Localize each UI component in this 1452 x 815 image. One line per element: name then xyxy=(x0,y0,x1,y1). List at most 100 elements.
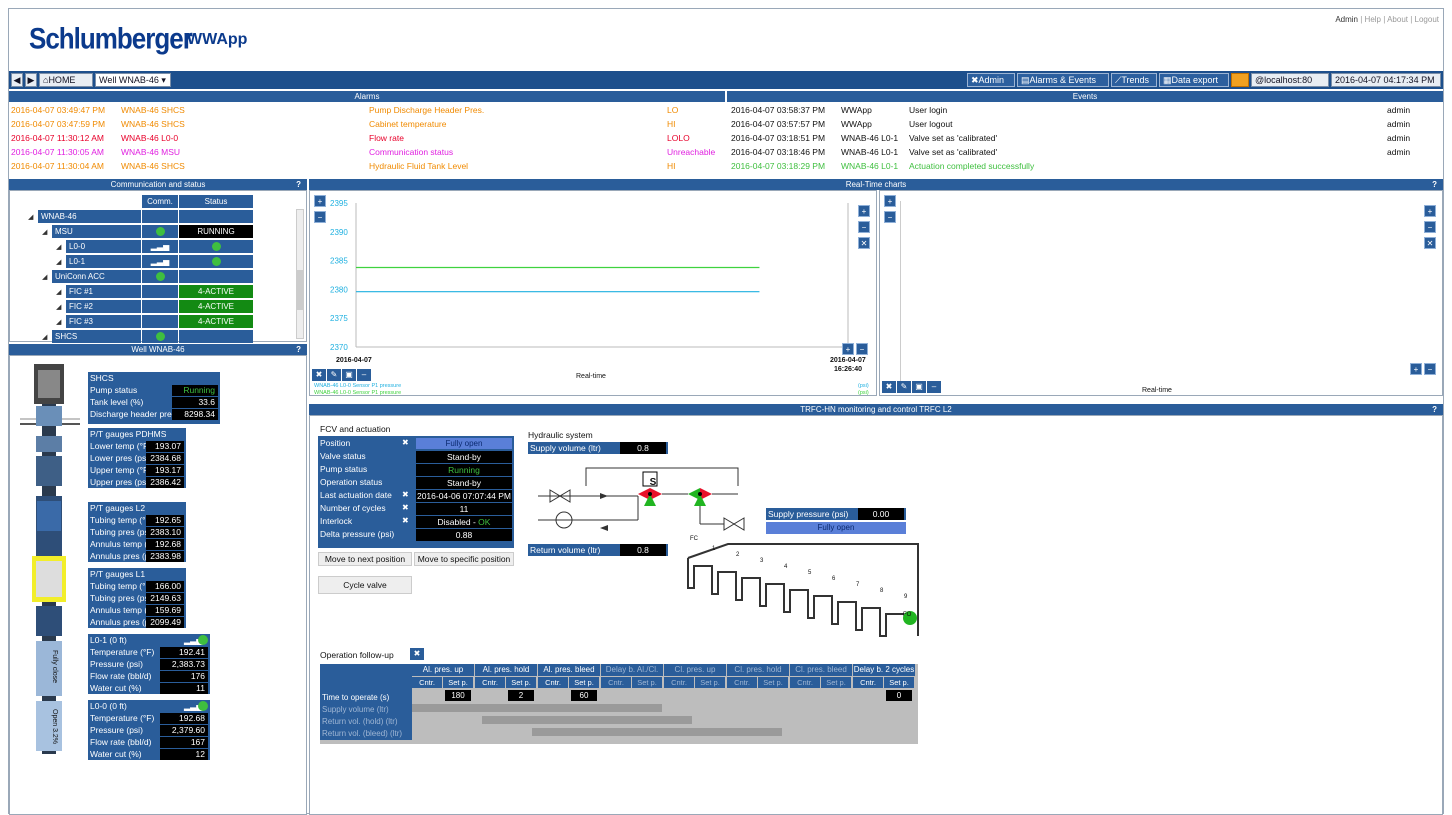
help-icon[interactable]: ? xyxy=(296,179,301,190)
event-user: admin xyxy=(1387,147,1411,157)
zoom-out-icon[interactable]: − xyxy=(858,221,870,233)
scrollbar-thumb[interactable] xyxy=(297,270,303,310)
position-bar[interactable]: Fully open xyxy=(416,438,512,449)
chart-series xyxy=(356,266,760,293)
zoom-in-icon[interactable]: + xyxy=(858,205,870,217)
tree-item-label[interactable]: MSU xyxy=(52,225,141,239)
data-export-button[interactable]: ▦Data export xyxy=(1159,73,1229,87)
help-icon[interactable]: ? xyxy=(1432,179,1437,190)
tree-item-label[interactable]: FIC #2 xyxy=(66,300,141,314)
sub-header: Set p. xyxy=(884,677,914,688)
tools-icon[interactable]: ✖ xyxy=(410,648,424,660)
table-corner xyxy=(320,664,412,692)
expand-arrow-icon[interactable]: ◢ xyxy=(56,318,61,326)
tools-icon[interactable]: ✖ xyxy=(882,381,896,393)
setpoint-value: 60 xyxy=(571,690,597,701)
expand-arrow-icon[interactable]: ◢ xyxy=(28,213,33,221)
gauge-label: Tank level (%) xyxy=(90,397,144,407)
zoom-in-icon[interactable]: + xyxy=(842,343,854,355)
alarm-level: LO xyxy=(667,105,679,115)
tree-item-label[interactable]: UniConn ACC xyxy=(52,270,141,284)
logout-link[interactable]: Logout xyxy=(1415,15,1439,24)
app-window: Schlumberger WWApp Admin | Help | About … xyxy=(8,8,1444,815)
fcv-label: Pump status xyxy=(320,464,368,474)
lo1-box: L0-1 (0 ft) ▂▃▅ Temperature (°F) 192.41 Pr… xyxy=(88,634,210,694)
zoom-out-icon[interactable]: − xyxy=(1424,221,1436,233)
expand-arrow-icon[interactable]: ◢ xyxy=(56,243,61,251)
home-button[interactable]: ⌂HOME xyxy=(39,73,93,87)
help-icon[interactable]: ? xyxy=(296,344,301,355)
cycle-valve-button[interactable]: Cycle valve xyxy=(318,576,412,594)
back-arrow-icon[interactable]: ◀ xyxy=(11,73,23,87)
zoom-out-icon[interactable]: − xyxy=(314,211,326,223)
status-cell xyxy=(179,270,253,284)
events-header: Events xyxy=(727,91,1443,102)
collapse-icon[interactable]: – xyxy=(357,369,371,381)
expand-arrow-icon[interactable]: ◢ xyxy=(56,258,61,266)
gauge-value: 2149.63 xyxy=(146,593,184,604)
admin-link[interactable]: Admin xyxy=(1335,15,1358,24)
tools-icon[interactable]: ✖ xyxy=(312,369,326,381)
tools-icon[interactable]: ✖ xyxy=(402,490,409,499)
move-specific-button[interactable]: Move to specific position xyxy=(414,552,514,566)
gauge-label: Water cut (%) xyxy=(90,749,142,759)
legend-unit: (psi) xyxy=(858,383,869,389)
comm-scrollbar[interactable] xyxy=(296,209,304,339)
zoom-out-icon[interactable]: − xyxy=(884,211,896,223)
move-next-button[interactable]: Move to next position xyxy=(318,552,412,566)
navbar: ◀ ▶ ⌂HOME Well WNAB-46 ▾ ✖Admin ▤Alarms … xyxy=(9,71,1443,89)
alarm-level: HI xyxy=(667,161,676,171)
help-link[interactable]: Help xyxy=(1365,15,1381,24)
tree-item-label[interactable]: SHCS xyxy=(52,330,141,344)
tools-icon[interactable]: ✖ xyxy=(402,503,409,512)
gauge-value: 192.41 xyxy=(160,647,208,658)
expand-arrow-icon[interactable]: ◢ xyxy=(56,288,61,296)
alarms-events-button[interactable]: ▤Alarms & Events xyxy=(1017,73,1109,87)
tree-item-label[interactable]: L0-0 xyxy=(66,240,141,254)
expand-arrow-icon[interactable]: ◢ xyxy=(42,333,47,341)
events-list: 2016-04-07 03:58:37 PM WWApp User login adm… xyxy=(727,102,1443,177)
reset-zoom-icon[interactable]: ✕ xyxy=(858,237,870,249)
alarm-time: 2016-04-07 11:30:05 AM xyxy=(11,147,104,157)
tree-item-label[interactable]: FIC #3 xyxy=(66,315,141,329)
group-header: Cl. pres. up xyxy=(664,664,726,676)
expand-arrow-icon[interactable]: ◢ xyxy=(56,303,61,311)
group-header: Cl. pres. bleed xyxy=(790,664,852,676)
help-icon[interactable]: ? xyxy=(1432,404,1437,415)
about-link[interactable]: About xyxy=(1387,15,1408,24)
comm-cell: ▂▃▅ xyxy=(142,255,178,269)
export-icon[interactable]: ▣ xyxy=(912,381,926,393)
gauge-label: Lower temp (°F) xyxy=(90,441,152,451)
setpoint-value: 2 xyxy=(508,690,534,701)
zoom-out-icon[interactable]: − xyxy=(856,343,868,355)
collapse-icon[interactable]: – xyxy=(927,381,941,393)
fcv-value: Disabled - OK xyxy=(416,516,512,528)
well-select[interactable]: Well WNAB-46 ▾ xyxy=(95,73,171,87)
zoom-in-icon[interactable]: + xyxy=(1424,205,1436,217)
status-cell: RUNNING xyxy=(179,225,253,239)
tree-item-label[interactable]: FIC #1 xyxy=(66,285,141,299)
zoom-in-icon[interactable]: + xyxy=(314,195,326,207)
tools-icon[interactable]: ✖ xyxy=(402,516,409,525)
forward-arrow-icon[interactable]: ▶ xyxy=(25,73,37,87)
tree-item-label[interactable]: L0-1 xyxy=(66,255,141,269)
fcv-value: 2016-04-06 07:07:44 PM xyxy=(416,490,512,502)
notification-icon[interactable] xyxy=(1231,73,1249,87)
x-end-date: 2016-04-07 xyxy=(830,357,866,364)
reset-zoom-icon[interactable]: ✕ xyxy=(1424,237,1436,249)
trends-button[interactable]: ⟋Trends xyxy=(1111,73,1157,87)
edit-icon[interactable]: ✎ xyxy=(897,381,911,393)
zoom-in-icon[interactable]: + xyxy=(1410,363,1422,375)
well-header: Well WNAB-46? xyxy=(9,344,307,355)
tools-icon[interactable]: ✖ xyxy=(402,438,409,447)
tree-item-label[interactable]: WNAB-46 xyxy=(38,210,141,224)
expand-arrow-icon[interactable]: ◢ xyxy=(42,228,47,236)
gauge-value: Running xyxy=(172,385,218,396)
export-icon[interactable]: ▣ xyxy=(342,369,356,381)
admin-button[interactable]: ✖Admin xyxy=(967,73,1015,87)
expand-arrow-icon[interactable]: ◢ xyxy=(42,273,47,281)
gauge-label: Pressure (psi) xyxy=(90,725,143,735)
zoom-out-icon[interactable]: − xyxy=(1424,363,1436,375)
zoom-in-icon[interactable]: + xyxy=(884,195,896,207)
edit-icon[interactable]: ✎ xyxy=(327,369,341,381)
